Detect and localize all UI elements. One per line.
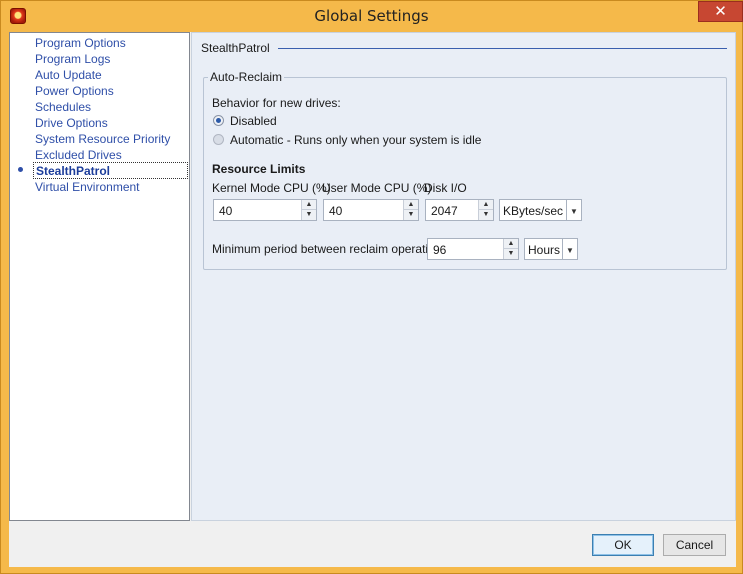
disabled-radio-label[interactable]: Disabled <box>230 114 277 128</box>
kernel-cpu-value[interactable]: 40 <box>219 204 232 218</box>
automatic-radio-label[interactable]: Automatic - Runs only when your system i… <box>230 133 481 147</box>
disk-io-label: Disk I/O <box>424 181 467 195</box>
kernel-cpu-stepper[interactable]: 40 ▲ ▼ <box>213 199 317 221</box>
user-cpu-label: User Mode CPU (%) <box>322 181 432 195</box>
spin-down-icon[interactable]: ▼ <box>302 210 316 220</box>
window-title: Global Settings <box>314 7 429 25</box>
min-period-label: Minimum period between reclaim operation… <box>212 242 448 256</box>
user-cpu-spin-buttons[interactable]: ▲ ▼ <box>403 200 418 220</box>
nav-item-auto-update[interactable]: Auto Update <box>35 67 102 83</box>
chevron-down-icon[interactable]: ▼ <box>562 239 577 259</box>
behavior-label: Behavior for new drives: <box>212 96 341 110</box>
settings-content-panel: StealthPatrol Auto-Reclaim Behavior for … <box>191 32 736 521</box>
settings-nav-list[interactable]: Program Options Program Logs Auto Update… <box>9 32 190 521</box>
kernel-cpu-label: Kernel Mode CPU (%) <box>212 181 331 195</box>
spin-up-icon[interactable]: ▲ <box>504 239 518 249</box>
selected-bullet-icon <box>18 167 23 172</box>
disk-unit-value[interactable]: KBytes/sec <box>503 204 563 218</box>
nav-item-stealthpatrol[interactable]: StealthPatrol <box>33 162 188 179</box>
nav-item-power-options[interactable]: Power Options <box>35 83 114 99</box>
spin-up-icon[interactable]: ▲ <box>302 200 316 210</box>
nav-item-schedules[interactable]: Schedules <box>35 99 91 115</box>
nav-item-excluded-drives[interactable]: Excluded Drives <box>35 147 122 163</box>
period-unit-select[interactable]: Hours ▼ <box>524 238 578 260</box>
disk-unit-select[interactable]: KBytes/sec ▼ <box>499 199 582 221</box>
user-cpu-stepper[interactable]: 40 ▲ ▼ <box>323 199 419 221</box>
spin-down-icon[interactable]: ▼ <box>404 210 418 220</box>
disk-io-spin-buttons[interactable]: ▲ ▼ <box>478 200 493 220</box>
disk-io-value[interactable]: 2047 <box>431 204 458 218</box>
resource-limits-heading: Resource Limits <box>212 162 306 176</box>
cancel-button[interactable]: Cancel <box>663 534 726 556</box>
close-button[interactable]: ✕ <box>698 1 743 22</box>
spin-down-icon[interactable]: ▼ <box>504 249 518 259</box>
section-divider <box>278 48 727 49</box>
nav-item-virtual-environment[interactable]: Virtual Environment <box>35 179 140 195</box>
disk-io-stepper[interactable]: 2047 ▲ ▼ <box>425 199 494 221</box>
spin-up-icon[interactable]: ▲ <box>479 200 493 210</box>
nav-item-system-resource-priority[interactable]: System Resource Priority <box>35 131 170 147</box>
section-title: StealthPatrol <box>201 41 270 55</box>
ok-button[interactable]: OK <box>592 534 654 556</box>
period-unit-value[interactable]: Hours <box>528 243 560 257</box>
title-bar[interactable]: Global Settings ✕ <box>1 1 743 31</box>
min-period-value[interactable]: 96 <box>433 243 446 257</box>
nav-item-program-logs[interactable]: Program Logs <box>35 51 110 67</box>
kernel-cpu-spin-buttons[interactable]: ▲ ▼ <box>301 200 316 220</box>
disabled-radio[interactable] <box>213 115 224 126</box>
automatic-radio[interactable] <box>213 134 224 145</box>
auto-reclaim-group-title: Auto-Reclaim <box>208 70 285 84</box>
chevron-down-icon[interactable]: ▼ <box>566 200 581 220</box>
client-area: Program Options Program Logs Auto Update… <box>9 32 736 567</box>
min-period-spin-buttons[interactable]: ▲ ▼ <box>503 239 518 259</box>
user-cpu-value[interactable]: 40 <box>329 204 342 218</box>
nav-item-drive-options[interactable]: Drive Options <box>35 115 108 131</box>
spin-down-icon[interactable]: ▼ <box>479 210 493 220</box>
settings-window: Global Settings ✕ Program Options Progra… <box>0 0 743 574</box>
nav-item-program-options[interactable]: Program Options <box>35 35 126 51</box>
min-period-stepper[interactable]: 96 ▲ ▼ <box>427 238 519 260</box>
spin-up-icon[interactable]: ▲ <box>404 200 418 210</box>
